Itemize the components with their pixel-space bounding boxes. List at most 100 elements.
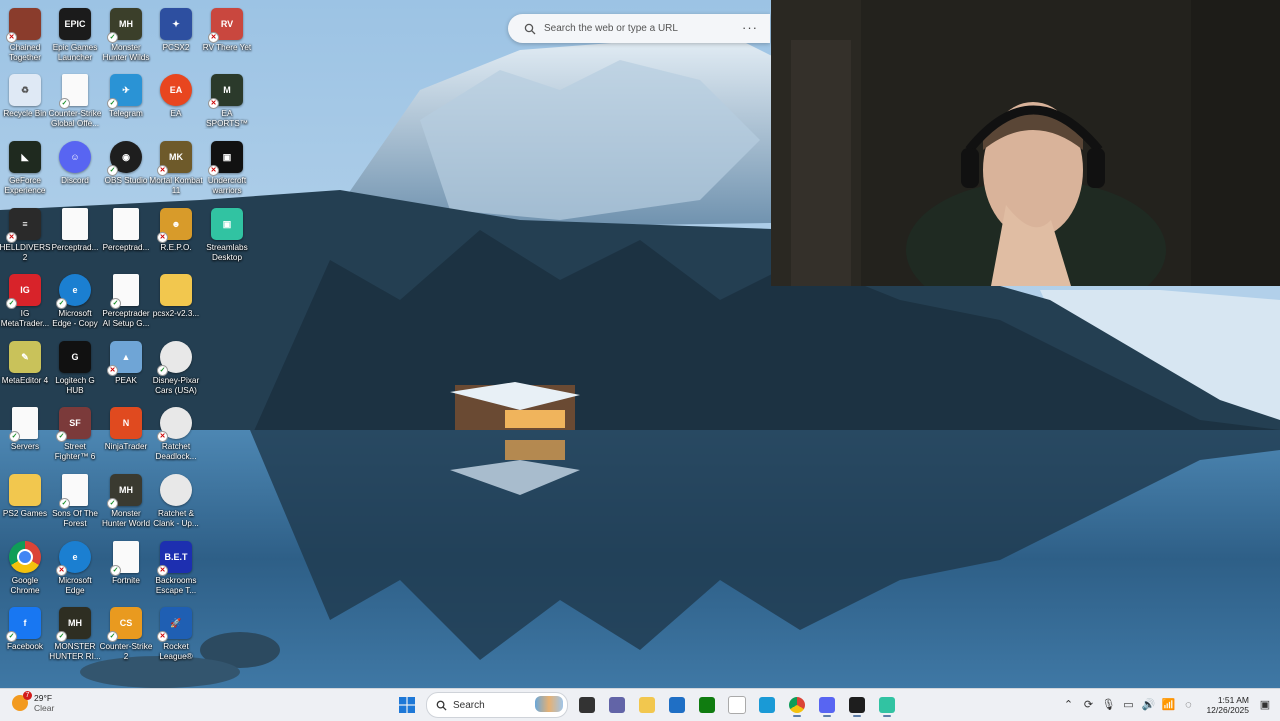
display-icon[interactable]: ▭: [1121, 698, 1135, 712]
desktop-icon[interactable]: IG ✓ IG MetaTrader...: [0, 270, 50, 334]
desktop-icon[interactable]: CS ✓ Counter-Strike 2: [100, 603, 152, 667]
desktop-icon[interactable]: ✓ Sons Of The Forest: [50, 470, 100, 534]
document-icon: ✓: [59, 474, 88, 509]
desktop-icon[interactable]: ☻ ✕ R.E.P.O.: [151, 204, 201, 268]
cs2-icon: CS ✓: [107, 607, 142, 642]
desktop-icon[interactable]: ◣ GeForce Experience: [0, 137, 50, 201]
desktop-icon[interactable]: ♻ Recycle Bin: [0, 70, 50, 134]
document-icon: ✓: [110, 541, 139, 576]
desktop-icon[interactable]: ☺ Discord: [50, 137, 100, 201]
xbox-icon: [699, 697, 715, 713]
desktop-icon[interactable]: MH ✓ Monster Hunter World: [101, 470, 151, 534]
backrooms-icon: B.E.T ✕: [157, 541, 192, 576]
desktop-icon[interactable]: EA EA: [151, 70, 201, 134]
taskview-button[interactable]: [574, 693, 600, 717]
desktop-icon[interactable]: ▲ ✕ PEAK: [101, 337, 151, 401]
desktop-icon[interactable]: SF ✓ Street Fighter™ 6: [50, 403, 100, 467]
desktop-icon[interactable]: pcsx2-v2.3...: [151, 270, 201, 334]
desktop-icon-label: Perceptrad...: [51, 243, 99, 252]
show-hidden-icons[interactable]: ⌃: [1061, 698, 1075, 712]
file-explorer-button[interactable]: [634, 693, 660, 717]
document-icon: [113, 208, 139, 240]
clock[interactable]: 1:51 AM 12/26/2025: [1206, 695, 1249, 715]
remote-desktop-button[interactable]: [754, 693, 780, 717]
desktop-icon-label: Ratchet Deadlock...: [155, 442, 197, 461]
desktop-icon[interactable]: e ✕ Microsoft Edge: [50, 537, 100, 601]
notification-icon[interactable]: ▣: [1258, 698, 1272, 712]
weather-temperature: 29°F: [34, 693, 53, 703]
desktop-icon[interactable]: ✓ Disney-Pixar Cars (USA): [151, 337, 201, 401]
ig-icon: IG ✓: [6, 274, 41, 309]
desktop-icon-label: Microsoft Edge: [58, 576, 92, 595]
desktop-icon[interactable]: ✈ ✓ Telegram: [101, 70, 151, 134]
desktop-icon[interactable]: MH ✓ MONSTER HUNTER RI...: [49, 603, 101, 667]
synced-badge-icon: ✓: [107, 98, 118, 109]
desktop-icon[interactable]: B.E.T ✕ Backrooms Escape T...: [151, 537, 201, 601]
logitech-icon: G: [59, 341, 91, 373]
streamlabs-button[interactable]: [874, 693, 900, 717]
desktop-icon[interactable]: M✕EA SPORTS™ Madden N...: [202, 70, 252, 134]
desktop-icon-grid: ✕ Chained Together EPIC Epic Games Launcher…: [0, 0, 256, 688]
start-button[interactable]: [394, 693, 420, 717]
synced-badge-icon: ✓: [9, 431, 20, 442]
notepad-button[interactable]: [724, 693, 750, 717]
chrome-icon: [9, 541, 41, 573]
desktop-icon[interactable]: PS2 Games: [0, 470, 50, 534]
desktop-icon-label: Recycle Bin: [3, 109, 47, 118]
taskbar-apps: Search: [392, 692, 902, 718]
chrome-button[interactable]: [784, 693, 810, 717]
obs-button[interactable]: [844, 693, 870, 717]
desktop-icon[interactable]: ✓ Counter-Strike Global Offe...: [49, 70, 101, 134]
weather-alert-badge: 7: [23, 691, 32, 700]
taskbar-search[interactable]: Search: [426, 692, 568, 718]
network-icon[interactable]: 📶: [1161, 698, 1176, 712]
more-options-icon[interactable]: ···: [742, 20, 758, 35]
desktop-icon-label: Microsoft Edge - Copy: [52, 309, 98, 328]
search-placeholder[interactable]: Search the web or type a URL: [544, 23, 678, 34]
system-tray: ⌃ ⟳ 🎙 ▭ 🔊 📶 ◌ 1:51 AM 12/26/2025 ▣: [1058, 689, 1280, 721]
desktop-icon[interactable]: Perceptrad...: [50, 204, 100, 268]
desktop-icon[interactable]: ✕ Ratchet Deadlock...: [151, 403, 201, 467]
teams-button[interactable]: [604, 693, 630, 717]
desktop-icon[interactable]: 🚀 ✕ Rocket League®: [151, 603, 201, 667]
volume-icon[interactable]: 🔊: [1141, 698, 1156, 712]
desktop-icon[interactable]: Perceptrad...: [101, 204, 151, 268]
microphone-icon[interactable]: 🎙: [1101, 698, 1115, 712]
weather-widget[interactable]: 7 29°F Clear: [12, 691, 54, 713]
desktop-icon[interactable]: MK ✕ Mortal Kombat 11: [149, 137, 203, 201]
desktop-icon[interactable]: ✎ MetaEditor 4: [0, 337, 50, 401]
chat-icon[interactable]: ◌: [1181, 698, 1195, 712]
xbox-button[interactable]: [694, 693, 720, 717]
desktop-icon[interactable]: ✕ Chained Together: [0, 4, 50, 68]
desktop-icon[interactable]: Ratchet & Clank - Up...: [151, 470, 201, 534]
desktop-icon[interactable]: EPIC Epic Games Launcher: [50, 4, 100, 68]
desktop-icon[interactable]: G Logitech G HUB: [50, 337, 100, 401]
desktop-icon[interactable]: ▣ Streamlabs Desktop: [202, 204, 252, 268]
discord-button[interactable]: [814, 693, 840, 717]
browser-search-bar[interactable]: Search the web or type a URL ···: [508, 14, 770, 43]
desktop-icon[interactable]: ▣ ✕ Undercroft warriors: [202, 137, 252, 201]
desktop-icon[interactable]: ≡ ✕ HELLDIVERS 2: [0, 204, 50, 268]
taskbar: 7 29°F Clear Search ⌃ ⟳ 🎙 ▭ 🔊 📶 ◌ 1:51 AM: [0, 688, 1280, 721]
desktop-icon-label: Perceptrader AI Setup G...: [102, 309, 150, 328]
desktop-icon[interactable]: ◉ ✓ OBS Studio: [101, 137, 151, 201]
desktop-icon[interactable]: MH ✓ Monster Hunter Wilds: [101, 4, 151, 68]
taskbar-search-label[interactable]: Search: [453, 700, 485, 711]
sync-icon[interactable]: ⟳: [1081, 698, 1095, 712]
desktop-icon[interactable]: ✓ Fortnite: [101, 537, 151, 601]
desktop-icon[interactable]: RV ✕ RV There Yet: [202, 4, 252, 68]
desktop-icon[interactable]: ✦ PCSX2: [151, 4, 201, 68]
desktop-icon[interactable]: N NinjaTrader: [101, 403, 151, 467]
desktop-icon-label: MONSTER HUNTER RI...: [49, 642, 101, 661]
desktop-icon[interactable]: ✓ Perceptrader AI Setup G...: [101, 270, 151, 334]
desktop-icon[interactable]: f ✓ Facebook: [0, 603, 50, 667]
synced-badge-icon: ✓: [6, 298, 17, 309]
store-button[interactable]: [664, 693, 690, 717]
desktop-icon-label: Monster Hunter Wilds: [102, 43, 150, 62]
desktop-icon[interactable]: Google Chrome: [0, 537, 50, 601]
synced-badge-icon: ✓: [59, 98, 70, 109]
clock-time: 1:51 AM: [1217, 695, 1249, 705]
desktop-icon[interactable]: e ✓ Microsoft Edge - Copy: [50, 270, 100, 334]
desktop-icon[interactable]: ✓ Servers: [0, 403, 50, 467]
desktop-icon-label: Facebook: [7, 642, 43, 651]
